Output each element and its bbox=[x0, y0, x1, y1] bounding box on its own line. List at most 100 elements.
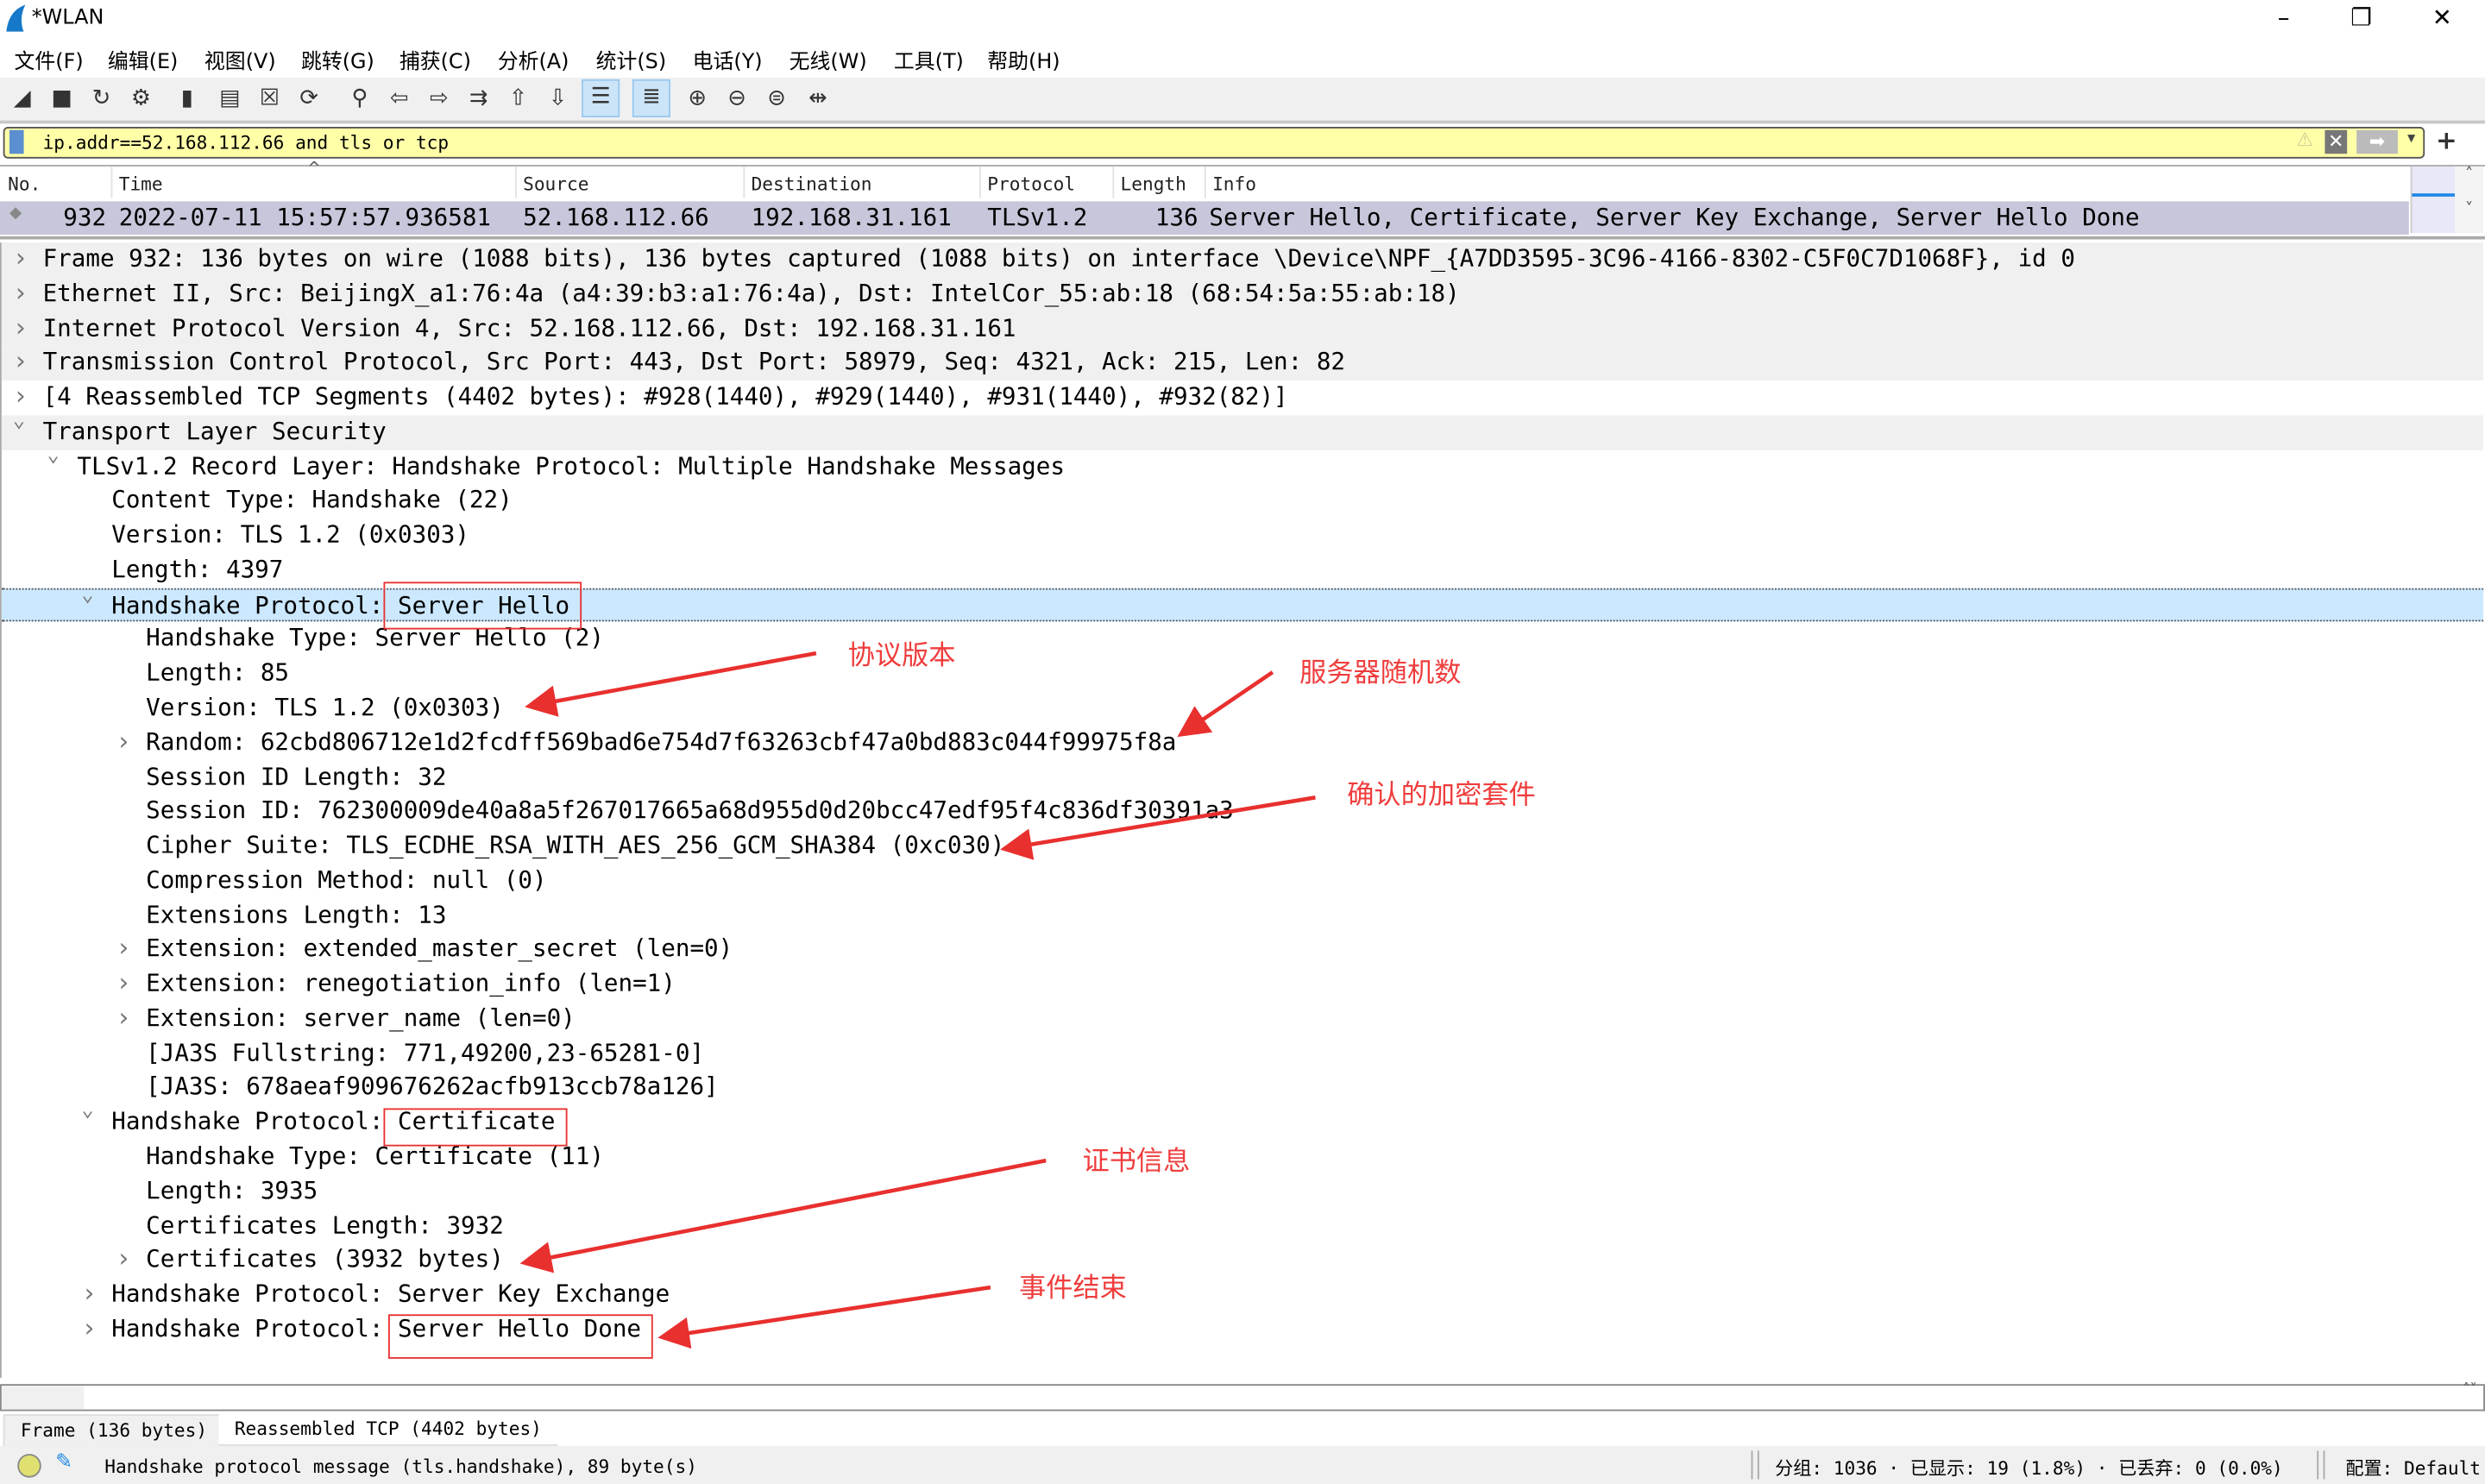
filter-bookmark-icon[interactable] bbox=[9, 129, 24, 154]
tree-item[interactable]: Certificates Length: 3932 bbox=[2, 1209, 2483, 1243]
tree-item[interactable]: › Handshake Protocol: Server Key Exchange bbox=[2, 1278, 2483, 1312]
column-header[interactable]: Info bbox=[1212, 173, 1256, 195]
column-header[interactable]: Protocol bbox=[987, 173, 1075, 195]
tree-item[interactable]: › Ethernet II, Src: BeijingX_a1:76:4a (a4… bbox=[1, 277, 2484, 312]
restore-button[interactable]: ❐ bbox=[2330, 3, 2393, 35]
menu-item[interactable]: 跳转(G) bbox=[301, 44, 374, 75]
add-filter-button[interactable]: + bbox=[2436, 125, 2457, 155]
column-header[interactable]: Length bbox=[1121, 173, 1186, 195]
chevron-right-icon[interactable]: › bbox=[13, 311, 28, 342]
display-filter-input[interactable]: ip.addr==52.168.112.66 and tls or tcp bbox=[43, 132, 450, 154]
tree-item[interactable]: Session ID Length: 32 bbox=[2, 760, 2483, 795]
packet-bytes-pane[interactable]: ˄˅ bbox=[0, 1382, 2485, 1412]
tree-item[interactable]: › Frame 932: 136 bytes on wire (1088 bits… bbox=[1, 242, 2484, 278]
tree-item[interactable]: ⌄ Handshake Protocol: Certificate bbox=[2, 1099, 2483, 1140]
chevron-right-icon[interactable]: › bbox=[116, 967, 131, 997]
packet-row[interactable]: ◆ 932 2022-07-11 15:57:57.936581 52.168.… bbox=[0, 201, 2409, 235]
menu-item[interactable]: 工具(T) bbox=[894, 44, 964, 75]
profile-indicator[interactable]: 配置: Default bbox=[2345, 1456, 2481, 1481]
tree-item[interactable]: › [4 Reassembled TCP Segments (4402 bytes… bbox=[2, 380, 2483, 415]
tree-item[interactable]: Length: 85 bbox=[2, 657, 2483, 691]
chevron-down-icon[interactable]: ⌄ bbox=[81, 1099, 93, 1123]
bytes-scrollbar[interactable]: ˄˅ bbox=[2463, 1382, 2477, 1398]
tree-item[interactable]: › Certificates (3932 bytes) bbox=[2, 1243, 2483, 1278]
tree-item[interactable]: Cipher Suite: TLS_ECDHE_RSA_WITH_AES_256… bbox=[2, 829, 2483, 864]
chevron-right-icon[interactable]: › bbox=[13, 242, 28, 273]
minimize-button[interactable]: – bbox=[2252, 3, 2315, 35]
menu-item[interactable]: 分析(A) bbox=[498, 44, 569, 75]
chevron-right-icon[interactable]: › bbox=[116, 1243, 131, 1273]
menu-item[interactable]: 帮助(H) bbox=[987, 44, 1060, 75]
close-button[interactable]: ✕ bbox=[2411, 3, 2474, 35]
tree-item[interactable]: › Transmission Control Protocol, Src Port… bbox=[1, 346, 2484, 381]
open-folder-icon[interactable]: ▮ bbox=[171, 83, 203, 115]
tree-item[interactable]: [JA3S: 678aeaf909676262acfb913ccb78a126] bbox=[2, 1071, 2483, 1105]
filter-history-dropdown-icon[interactable]: ▾ bbox=[2407, 130, 2415, 148]
packet-minimap[interactable] bbox=[2410, 166, 2457, 234]
tree-item[interactable]: ⌄ TLSv1.2 Record Layer: Handshake Protoco… bbox=[2, 443, 2483, 484]
chevron-right-icon[interactable]: › bbox=[116, 726, 131, 756]
tree-item[interactable]: › Handshake Protocol: Server Hello Done bbox=[2, 1312, 2483, 1347]
column-header[interactable]: Source bbox=[523, 173, 588, 195]
tree-item[interactable]: Extensions Length: 13 bbox=[2, 898, 2483, 933]
chevron-right-icon[interactable]: › bbox=[81, 1278, 97, 1308]
menu-item[interactable]: 电话(Y) bbox=[693, 44, 763, 75]
capture-options-icon[interactable]: ⚙ bbox=[125, 83, 157, 115]
go-to-packet-icon[interactable]: ⇉ bbox=[462, 83, 494, 115]
tree-item[interactable]: [JA3S Fullstring: 771,49200,23-65281-0] bbox=[2, 1036, 2483, 1071]
tree-item[interactable]: Content Type: Handshake (22) bbox=[2, 484, 2483, 519]
save-file-icon[interactable]: ▤ bbox=[214, 83, 246, 115]
menu-item[interactable]: 编辑(E) bbox=[108, 44, 178, 75]
restart-icon[interactable]: ↻ bbox=[85, 83, 117, 115]
tree-item[interactable]: Version: TLS 1.2 (0x0303) bbox=[2, 691, 2483, 726]
expert-info-indicator-icon[interactable] bbox=[17, 1454, 41, 1478]
chevron-down-icon[interactable]: ⌄ bbox=[81, 583, 93, 607]
chevron-right-icon[interactable]: › bbox=[13, 380, 28, 411]
stop-icon[interactable]: ■ bbox=[46, 83, 78, 115]
menu-item[interactable]: 视图(V) bbox=[204, 44, 276, 75]
chevron-down-icon[interactable]: ⌄ bbox=[13, 409, 25, 433]
zoom-out-icon[interactable]: ⊖ bbox=[721, 83, 753, 115]
reload-icon[interactable]: ⟳ bbox=[293, 83, 325, 115]
apply-filter-icon[interactable]: ➡ bbox=[2356, 129, 2398, 154]
go-forward-icon[interactable]: ⇨ bbox=[423, 83, 455, 115]
chevron-right-icon[interactable]: › bbox=[81, 1312, 97, 1343]
colorize-icon[interactable]: ≣ bbox=[632, 79, 670, 117]
column-header[interactable]: Time bbox=[119, 173, 163, 195]
chevron-right-icon[interactable]: › bbox=[116, 933, 131, 963]
chevron-down-icon[interactable]: ⌄ bbox=[47, 443, 60, 468]
tree-item[interactable]: Handshake Type: Server Hello (2) bbox=[2, 622, 2483, 657]
tree-item[interactable]: › Extension: renegotiation_info (len=1) bbox=[2, 967, 2483, 1002]
first-packet-icon[interactable]: ⇧ bbox=[502, 83, 534, 115]
column-header[interactable]: Destination bbox=[752, 173, 872, 195]
tree-item[interactable]: Session ID: 762300009de40a8a5f267017665a… bbox=[2, 795, 2483, 829]
tree-item[interactable]: Compression Method: null (0) bbox=[2, 864, 2483, 898]
tree-item[interactable]: Length: 4397 bbox=[2, 553, 2483, 588]
menu-item[interactable]: 文件(F) bbox=[15, 44, 84, 75]
shark-fin-start-icon[interactable]: ◢ bbox=[6, 83, 38, 115]
menu-item[interactable]: 统计(S) bbox=[596, 44, 667, 75]
tree-item[interactable]: › Internet Protocol Version 4, Src: 52.16… bbox=[1, 311, 2484, 347]
chevron-right-icon[interactable]: › bbox=[13, 346, 28, 376]
go-back-icon[interactable]: ⇦ bbox=[383, 83, 415, 115]
find-packet-icon[interactable]: ⚲ bbox=[344, 83, 376, 115]
tree-item[interactable]: › Extension: server_name (len=0) bbox=[2, 1002, 2483, 1036]
tree-item[interactable]: Length: 3935 bbox=[2, 1174, 2483, 1209]
menu-item[interactable]: 无线(W) bbox=[790, 44, 867, 75]
tree-item[interactable]: › Extension: extended_master_secret (len=… bbox=[2, 933, 2483, 967]
tree-item[interactable]: Version: TLS 1.2 (0x0303) bbox=[2, 519, 2483, 553]
tree-item[interactable]: › Random: 62cbd806712e1d2fcdff569bad6e754… bbox=[2, 726, 2483, 760]
column-header[interactable]: No. bbox=[8, 173, 41, 195]
last-packet-icon[interactable]: ⇩ bbox=[542, 83, 574, 115]
packet-list-scrollbar[interactable]: ˄ ˅ bbox=[2455, 166, 2484, 234]
resize-columns-icon[interactable]: ⇹ bbox=[802, 83, 834, 115]
autoscroll-icon[interactable]: ☰ bbox=[582, 79, 620, 117]
close-file-icon[interactable]: ☒ bbox=[254, 83, 286, 115]
chevron-right-icon[interactable]: › bbox=[116, 1002, 131, 1032]
tab-frame-bytes[interactable]: Frame (136 bytes) bbox=[3, 1414, 225, 1448]
zoom-in-icon[interactable]: ⊕ bbox=[682, 83, 714, 115]
display-filter-bar[interactable]: ip.addr==52.168.112.66 and tls or tcp ⚠ … bbox=[3, 127, 2425, 159]
tree-item[interactable]: ⌄ Transport Layer Security bbox=[1, 409, 2484, 450]
tree-item[interactable]: ⌄ Handshake Protocol: Server Hello bbox=[1, 583, 2484, 623]
chevron-right-icon[interactable]: › bbox=[13, 277, 28, 307]
